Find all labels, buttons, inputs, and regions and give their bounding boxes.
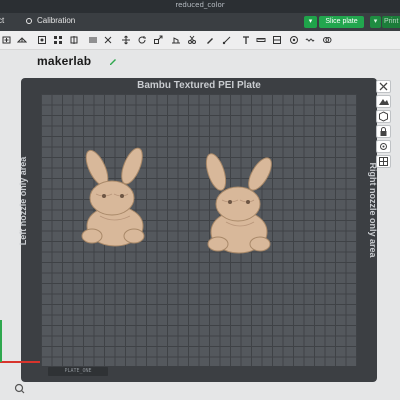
grid-icon [379,157,388,166]
print-button[interactable]: Print [382,16,400,28]
tab-calibration[interactable]: Calibration [37,16,75,25]
orient-plate-button[interactable] [376,110,391,123]
calibration-icon [26,18,32,24]
lay-on-face-icon[interactable] [171,35,181,45]
main-tabbar: ct Calibration ▾ Slice plate ▾ Print [0,13,400,31]
lock-plate-button[interactable] [376,125,391,138]
pen-icon [110,59,116,65]
plate-settings-button[interactable] [376,155,391,168]
tab-prepare[interactable]: ct [0,16,4,25]
bunny-model[interactable] [196,150,286,256]
left-nozzle-label: Left nozzle only area [18,156,28,246]
scale-icon[interactable] [153,35,163,45]
support-paint-icon[interactable] [205,35,215,45]
close-icon [379,82,388,91]
window-title: reduced_color [175,1,225,9]
lock-icon [380,127,387,136]
close-plate-button[interactable] [376,80,391,93]
slice-dropdown-button[interactable]: ▾ [304,16,317,28]
measure-icon[interactable] [256,35,266,45]
makerlab-logo: makerlab [37,54,92,68]
plate-tag: PLATE_ONE [48,367,108,376]
assembly-icon[interactable] [272,35,282,45]
camera-icon [380,143,387,150]
layers-icon[interactable] [88,35,98,45]
window-titlebar: reduced_color [0,0,400,13]
move-icon[interactable] [121,35,131,45]
bunny-model[interactable] [72,146,162,248]
cut-icon[interactable] [187,35,197,45]
fuzzy-skin-icon[interactable] [305,35,315,45]
plate-camera-button[interactable] [376,140,391,153]
print-dropdown-button[interactable]: ▾ [370,16,381,28]
slice-plate-button[interactable]: Slice plate [319,16,364,28]
add-icon[interactable] [2,35,12,45]
boolean-icon[interactable] [322,35,332,45]
add-plate-icon[interactable] [17,35,27,45]
seam-paint-icon[interactable] [222,35,232,45]
split-icon[interactable] [69,35,79,45]
view-icon [379,99,389,105]
rotate-icon[interactable] [137,35,147,45]
arrange-plate-button[interactable] [376,95,391,108]
x-axis-indicator [0,361,40,363]
color-paint-icon[interactable] [289,35,299,45]
orient-icon[interactable] [37,35,47,45]
y-axis-indicator [0,320,2,362]
arrange-icon[interactable] [53,35,63,45]
variable-layer-icon[interactable] [103,35,113,45]
plate-side-panel [374,80,396,168]
cube-icon [379,111,388,122]
plate-name-label: Bambu Textured PEI Plate [137,80,261,91]
text-icon[interactable] [241,35,251,45]
zoom-icon[interactable] [14,383,25,394]
object-toolbar [0,31,400,50]
